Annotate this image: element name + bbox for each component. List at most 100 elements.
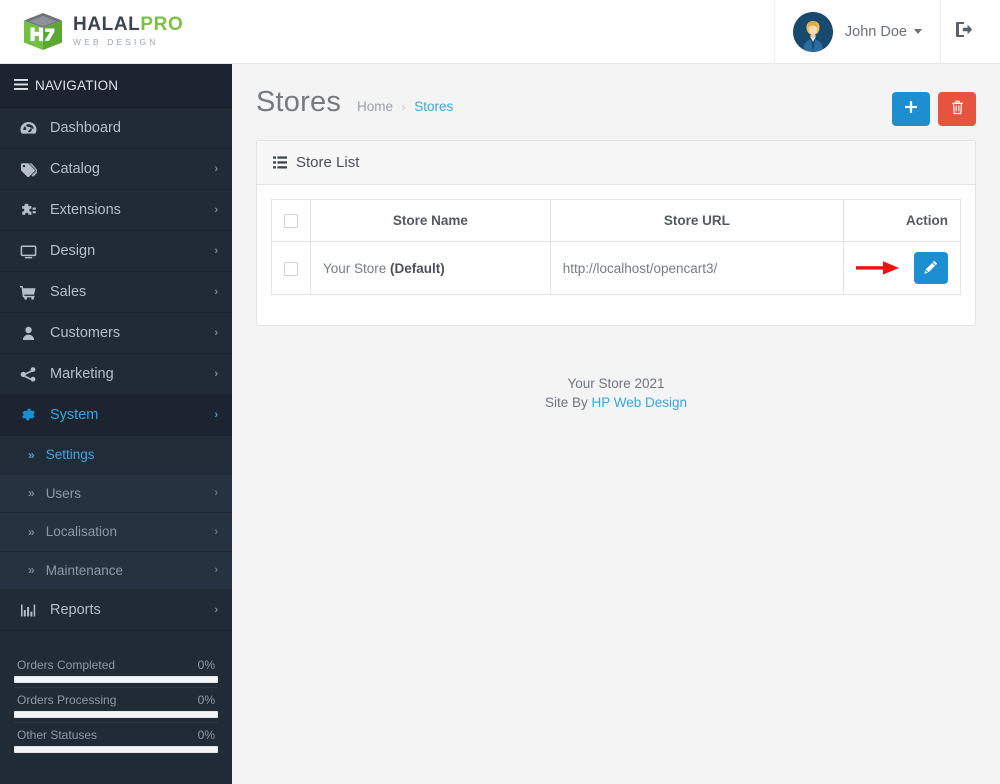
brand-logo[interactable]: HALALPRO WEB DESIGN [0,0,232,64]
footer-credit: Site By HP Web Design [232,393,1000,412]
stat-label: Other Statuses [17,728,98,742]
add-new-button[interactable] [892,92,930,126]
bar-chart-icon [20,603,42,618]
user-name-label: John Doe [844,23,907,40]
footer-copyright: Your Store 2021 [567,376,665,391]
page-actions [892,86,976,126]
breadcrumb-current[interactable]: Stores [414,99,453,114]
sidebar-item-label: Customers [50,325,121,341]
progress-bar [14,746,218,753]
store-list-panel: Store List Store Name Store URL Action Y… [256,140,976,326]
user-menu[interactable]: John Doe [773,0,940,64]
sidebar-item-dashboard[interactable]: Dashboard [0,108,232,149]
sidebar-item-label: Extensions [50,202,121,218]
table-body: Your Store (Default) http://localhost/op… [271,241,961,295]
sidebar-item-sales[interactable]: Sales › [0,272,232,313]
chevron-right-icon: › [214,204,218,216]
sidebar-menu-bottom: Reports › [0,590,232,631]
chevron-right-icon: › [214,368,218,380]
chevron-right-icon: › [214,487,218,500]
sidebar-item-users[interactable]: » Users › [0,475,232,513]
navigation-header-label: NAVIGATION [35,78,119,93]
share-icon [20,366,42,382]
tag-icon [20,162,42,177]
navigation-header[interactable]: NAVIGATION [0,64,232,108]
cell-store-name: Your Store (Default) [310,241,551,295]
hamburger-icon [14,79,28,92]
chevron-right-icon: › [214,604,218,616]
breadcrumb-home[interactable]: Home [357,99,393,114]
trash-icon [951,100,964,119]
footer-credit-link[interactable]: HP Web Design [591,395,687,410]
dashboard-icon [20,121,42,136]
panel-body: Store Name Store URL Action Your Store (… [257,185,975,325]
store-table: Store Name Store URL Action Your Store (… [271,199,961,295]
system-submenu: » Settings » Users › » Localisation › » … [0,436,232,590]
sidebar-item-label: Marketing [50,366,114,382]
stat-percent: 0% [197,728,215,742]
logout-button[interactable] [940,0,988,64]
cell-store-url: http://localhost/opencart3/ [549,241,845,295]
panel-header: Store List [257,141,975,185]
page-title: Stores [256,86,342,118]
avatar [792,11,833,52]
plus-icon [904,100,918,118]
page-header: Stores Home › Stores [232,64,1000,140]
sidebar-subitem-label: Users [45,485,81,501]
brand-tagline: WEB DESIGN [73,37,159,47]
column-header-store-url: Store URL [549,199,845,242]
list-icon [273,156,287,169]
double-chevron-icon: » [28,486,35,501]
sidebar-item-localisation[interactable]: » Localisation › [0,513,232,552]
sidebar-item-label: Sales [50,284,87,300]
double-chevron-icon: » [28,563,35,578]
monitor-icon [20,244,42,259]
pencil-icon [924,260,938,277]
sidebar-subitem-label: Localisation [45,524,117,540]
page-content: Stores Home › Stores Store List Store Na… [232,64,1000,784]
stat-label: Orders Completed [17,658,116,672]
row-checkbox[interactable] [284,261,298,276]
row-select-cell [271,241,311,295]
chevron-down-icon [914,29,922,34]
breadcrumb: Home › Stores [357,99,453,114]
edit-store-button[interactable] [914,252,948,284]
panel-title: Store List [296,154,360,171]
sidebar-item-maintenance[interactable]: » Maintenance › [0,552,232,590]
chevron-right-icon: › [214,286,218,298]
order-stats-panel: Orders Completed 0% Orders Processing 0%… [14,653,218,757]
delete-button[interactable] [938,92,976,126]
gear-icon [20,408,42,423]
select-all-checkbox[interactable] [284,214,298,229]
sidebar-item-system[interactable]: System › [0,395,232,436]
footer-credit-prefix: Site By [544,395,592,410]
brand-name-primary: HALAL [73,14,141,35]
chevron-right-icon: › [214,163,218,175]
red-arrow-annotation-icon [856,260,900,276]
user-icon [20,326,42,341]
sidebar-item-extensions[interactable]: Extensions › [0,190,232,231]
sidebar-item-reports[interactable]: Reports › [0,590,232,631]
sidebar-item-design[interactable]: Design › [0,231,232,272]
chevron-right-icon: › [214,525,218,538]
chevron-right-icon: › [214,409,218,421]
puzzle-icon [20,203,42,218]
progress-bar [14,676,218,683]
sidebar-item-label: Design [50,243,96,259]
admin-page: HALALPRO WEB DESIGN NAVIGATION Dashboard… [0,0,1000,784]
sidebar-subitem-label: Settings [45,447,95,463]
table-head: Store Name Store URL Action [271,199,961,242]
sidebar: HALALPRO WEB DESIGN NAVIGATION Dashboard… [0,0,232,784]
select-all-header [271,199,311,242]
page-footer: Your Store 2021 Site By HP Web Design [232,374,1000,412]
progress-bar [14,711,218,718]
sidebar-item-settings[interactable]: » Settings [0,436,232,475]
sidebar-subitem-label: Maintenance [45,562,123,578]
breadcrumb-separator: › [401,102,406,114]
brand-name-accent: PRO [140,14,184,35]
sidebar-item-catalog[interactable]: Catalog › [0,149,232,190]
sidebar-item-marketing[interactable]: Marketing › [0,354,232,395]
sidebar-item-customers[interactable]: Customers › [0,313,232,354]
sign-out-icon [955,21,974,43]
stat-percent: 0% [197,693,215,707]
